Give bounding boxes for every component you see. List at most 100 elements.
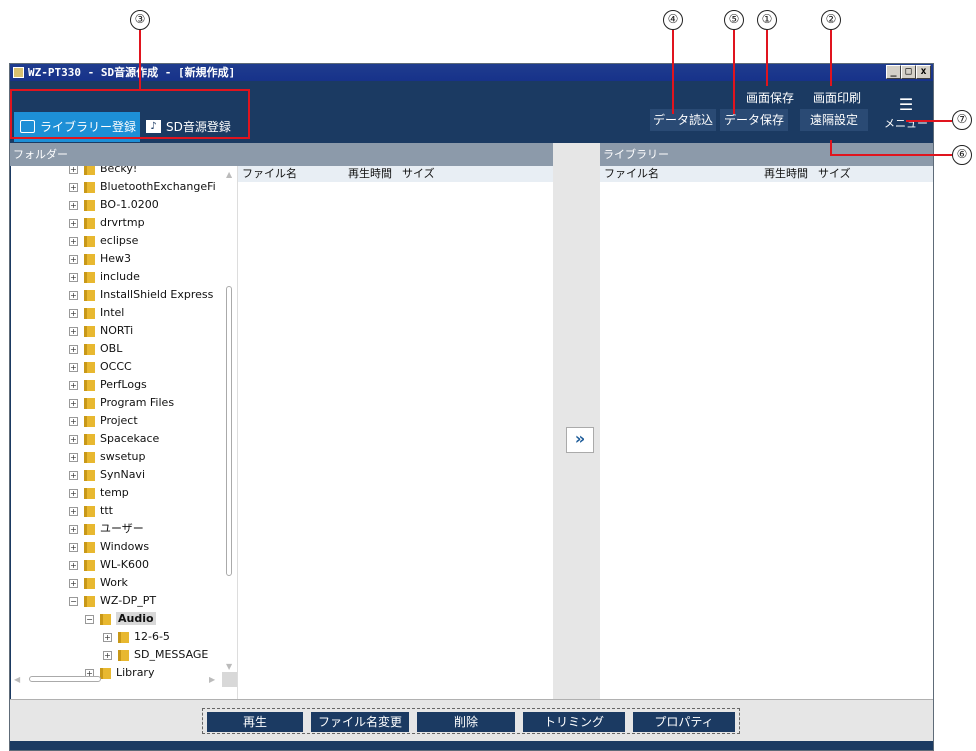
folder-open-icon: [100, 613, 111, 625]
tree-horizontal-scrollbar[interactable]: [29, 676, 101, 682]
tree-item[interactable]: + InstallShield Express: [69, 286, 213, 304]
lib-col-play-time[interactable]: 再生時間: [764, 166, 808, 182]
rename-button[interactable]: ファイル名変更: [311, 712, 409, 732]
scroll-left-icon[interactable]: ◀: [14, 675, 20, 684]
expand-icon[interactable]: +: [69, 308, 78, 318]
data-load-button[interactable]: データ読込: [650, 109, 716, 131]
delete-button[interactable]: 削除: [417, 712, 515, 732]
main-content: フォルダー ライブラリー + Becky! + BluetoothExchangeF…: [10, 143, 933, 699]
col-play-time[interactable]: 再生時間: [348, 166, 392, 182]
tree-item[interactable]: + NORTi: [69, 322, 133, 340]
expand-icon[interactable]: +: [69, 182, 78, 192]
collapse-icon[interactable]: −: [85, 614, 94, 624]
expand-icon[interactable]: +: [69, 272, 78, 282]
maximize-button[interactable]: □: [901, 65, 916, 79]
scroll-down-icon[interactable]: ▼: [226, 662, 232, 671]
screen-save-button[interactable]: 画面保存: [742, 87, 798, 109]
expand-icon[interactable]: +: [69, 452, 78, 462]
expand-icon[interactable]: +: [69, 578, 78, 588]
folder-icon: [100, 667, 111, 679]
tree-item[interactable]: + Intel: [69, 304, 124, 322]
expand-icon[interactable]: +: [69, 362, 78, 372]
screen-print-button[interactable]: 画面印刷: [806, 87, 868, 109]
expand-icon[interactable]: +: [69, 326, 78, 336]
tree-item[interactable]: + drvrtmp: [69, 214, 145, 232]
trim-button[interactable]: トリミング: [523, 712, 625, 732]
remote-settings-button[interactable]: 遠隔設定: [800, 109, 868, 131]
tree-item[interactable]: + SynNavi: [69, 466, 145, 484]
tree-item-label: Program Files: [100, 396, 175, 409]
tree-item[interactable]: + BluetoothExchangeFi: [69, 178, 216, 196]
tree-item[interactable]: + temp: [69, 484, 129, 502]
scroll-right-icon[interactable]: ▶: [209, 675, 215, 684]
collapse-icon[interactable]: −: [69, 596, 78, 606]
tree-vertical-scrollbar[interactable]: [226, 286, 232, 576]
library-list[interactable]: ファイル名 再生時間 サイズ: [600, 166, 933, 699]
expand-icon[interactable]: +: [69, 542, 78, 552]
tree-item-label: InstallShield Express: [100, 288, 214, 301]
expand-icon[interactable]: +: [103, 650, 112, 660]
col-size[interactable]: サイズ: [402, 166, 435, 182]
lib-col-size[interactable]: サイズ: [818, 166, 851, 182]
expand-icon[interactable]: +: [69, 506, 78, 516]
folder-tree[interactable]: + Becky! + BluetoothExchangeFi + BO-1.0200 …: [11, 166, 237, 699]
folder-icon: [84, 235, 95, 247]
tree-item-label: SD_MESSAGE: [134, 648, 209, 661]
expand-icon[interactable]: +: [69, 524, 78, 534]
tree-item[interactable]: + ttt: [69, 502, 113, 520]
expand-icon[interactable]: +: [69, 434, 78, 444]
app-icon: [13, 67, 24, 78]
tree-item[interactable]: + ユーザー: [69, 520, 144, 538]
folder-icon: [84, 595, 95, 607]
tree-item[interactable]: + Project: [69, 412, 138, 430]
expand-icon[interactable]: +: [69, 200, 78, 210]
play-button[interactable]: 再生: [207, 712, 303, 732]
tree-item-selected[interactable]: − Audio: [85, 610, 156, 628]
folder-icon: [84, 487, 95, 499]
properties-button[interactable]: プロパティ: [633, 712, 735, 732]
scroll-up-icon[interactable]: ▲: [226, 170, 232, 179]
tree-item[interactable]: + BO-1.0200: [69, 196, 159, 214]
add-to-library-button[interactable]: »: [566, 427, 594, 453]
menu-button[interactable]: ☰ メニュー: [878, 91, 934, 141]
expand-icon[interactable]: +: [103, 632, 112, 642]
tree-item[interactable]: + Work: [69, 574, 128, 592]
data-save-button[interactable]: データ保存: [720, 109, 788, 131]
folder-icon: [84, 541, 95, 553]
tree-item[interactable]: + Program Files: [69, 394, 174, 412]
tree-item[interactable]: − WZ-DP_PT: [69, 592, 156, 610]
tree-item[interactable]: + eclipse: [69, 232, 138, 250]
tree-item[interactable]: + swsetup: [69, 448, 146, 466]
file-list[interactable]: ファイル名 再生時間 サイズ: [237, 166, 553, 699]
tree-item[interactable]: + include: [69, 268, 140, 286]
expand-icon[interactable]: +: [69, 290, 78, 300]
tree-item[interactable]: + Spacekace: [69, 430, 159, 448]
tree-item[interactable]: + OCCC: [69, 358, 132, 376]
tree-item-label: Spacekace: [100, 432, 160, 445]
expand-icon[interactable]: +: [69, 470, 78, 480]
expand-icon[interactable]: +: [69, 416, 78, 426]
close-button[interactable]: x: [916, 65, 931, 79]
minimize-button[interactable]: _: [886, 65, 901, 79]
expand-icon[interactable]: +: [69, 380, 78, 390]
tree-item[interactable]: + OBL: [69, 340, 122, 358]
tree-item[interactable]: + WL-K600: [69, 556, 149, 574]
expand-icon[interactable]: +: [69, 236, 78, 246]
tree-item[interactable]: +12-6-5: [103, 628, 170, 646]
expand-icon[interactable]: +: [69, 398, 78, 408]
expand-icon[interactable]: +: [69, 344, 78, 354]
tree-item[interactable]: + PerfLogs: [69, 376, 147, 394]
tree-item[interactable]: + Becky!: [69, 166, 137, 178]
expand-icon[interactable]: +: [69, 218, 78, 228]
tree-item[interactable]: + Windows: [69, 538, 149, 556]
tree-item-label: OCCC: [100, 360, 132, 373]
tree-item-label: Library: [116, 666, 155, 679]
col-file-name[interactable]: ファイル名: [242, 166, 297, 182]
lib-col-file-name[interactable]: ファイル名: [604, 166, 659, 182]
tree-item[interactable]: + SD_MESSAGE: [103, 646, 208, 664]
tree-item[interactable]: + Hew3: [69, 250, 131, 268]
expand-icon[interactable]: +: [69, 254, 78, 264]
expand-icon[interactable]: +: [69, 488, 78, 498]
expand-icon[interactable]: +: [69, 560, 78, 570]
expand-icon[interactable]: +: [69, 166, 78, 174]
